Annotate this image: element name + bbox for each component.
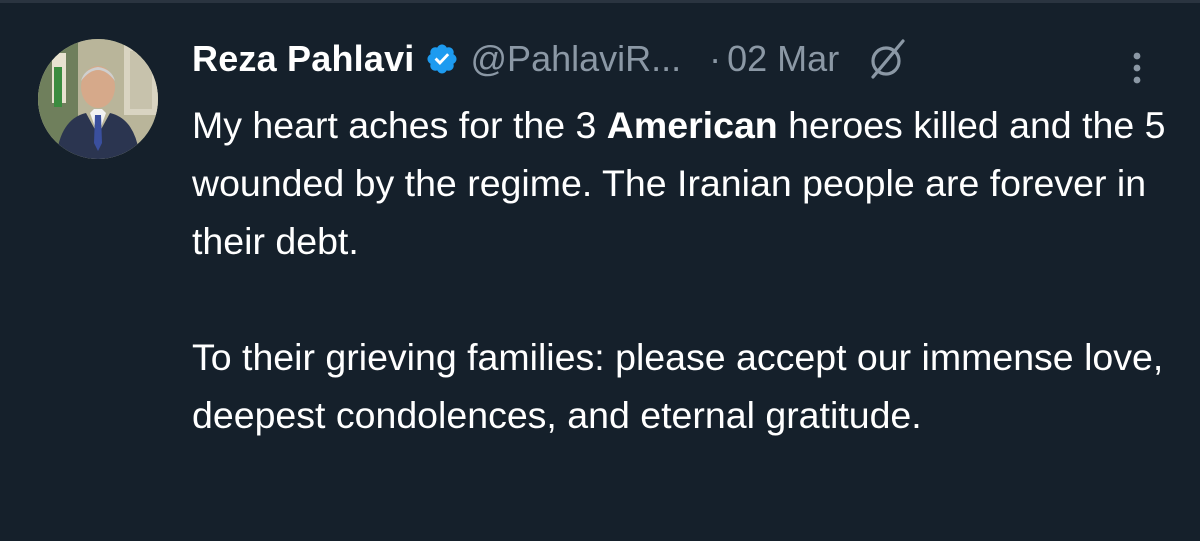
more-options-icon[interactable] — [1122, 48, 1152, 88]
tweet-paragraph-2: To their grieving families: please accep… — [192, 336, 1164, 436]
author-handle[interactable]: @PahlaviR... — [471, 38, 682, 80]
top-divider — [0, 0, 1200, 3]
verified-badge-icon — [425, 42, 459, 76]
tweet-text: My heart aches for the 3 American heroes… — [192, 96, 1182, 444]
avatar-image — [38, 39, 158, 159]
tweet-paragraph-1: My heart aches for the 3 American heroes… — [192, 96, 1182, 270]
avatar[interactable] — [38, 39, 158, 159]
separator-dot: · — [709, 38, 722, 79]
tweet-text-bold: American — [606, 104, 778, 146]
grok-icon[interactable] — [865, 37, 909, 81]
tweet-date[interactable]: 02 Mar — [727, 38, 839, 80]
author-name[interactable]: Reza Pahlavi — [192, 38, 415, 80]
tweet-text-part1: My heart aches for the 3 — [192, 104, 607, 146]
tweet-header: Reza Pahlavi @PahlaviR... · 02 Mar — [192, 34, 909, 84]
